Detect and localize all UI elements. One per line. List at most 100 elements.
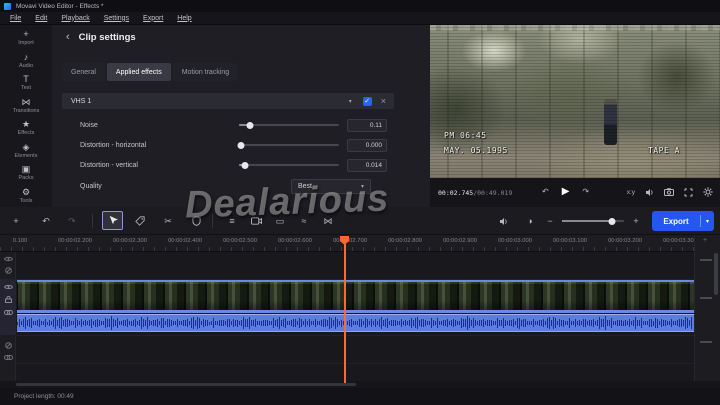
menu-help[interactable]: Help <box>170 15 198 22</box>
noise-value-field[interactable]: 0.11 <box>347 119 387 132</box>
distortion-vertical-slider[interactable] <box>239 164 339 166</box>
track-visibility-eye-icon[interactable] <box>0 256 16 262</box>
distortion-horizontal-value-field[interactable]: 0.000 <box>347 139 387 152</box>
zoom-out-button[interactable]: − <box>542 214 558 228</box>
chevron-down-icon: ▾ <box>361 183 364 190</box>
effect-header-row[interactable]: VHS 1 ▾ ✓ × <box>62 93 394 109</box>
slider-knob[interactable] <box>247 122 254 129</box>
shield-icon <box>192 216 201 226</box>
tab-motion-tracking[interactable]: Motion tracking <box>173 63 238 81</box>
sidebar-label: Text <box>21 85 31 91</box>
slider-knob[interactable] <box>242 162 249 169</box>
preview-settings-gear-icon[interactable] <box>703 187 713 197</box>
color-adjust-button[interactable]: ◑ <box>522 214 538 228</box>
snapshot-icon[interactable] <box>664 188 674 196</box>
tag-icon <box>135 216 145 226</box>
sidebar-item-transitions[interactable]: ⋈ Transitions <box>0 95 52 118</box>
menu-edit[interactable]: Edit <box>28 15 54 22</box>
param-label: Distortion - horizontal <box>80 142 239 149</box>
video-track-link-icon[interactable] <box>0 310 16 315</box>
sidebar-label: Audio <box>19 63 33 69</box>
back-icon[interactable]: ‹ <box>66 32 70 43</box>
sidebar-item-tools[interactable]: ⚙ Tools <box>0 185 52 208</box>
lower-track-link-icon[interactable] <box>0 355 16 360</box>
video-track-lock-icon[interactable] <box>0 296 16 303</box>
track-resize-handle[interactable] <box>700 259 712 261</box>
speaker-icon <box>499 217 509 226</box>
select-tool-button[interactable] <box>102 211 123 230</box>
ruler-label: 00:00:02.600 <box>278 238 312 244</box>
noise-slider[interactable] <box>239 124 339 126</box>
vertical-scrollbar[interactable] <box>714 253 718 295</box>
clip-settings-header: ‹ Clip settings <box>66 32 136 43</box>
horizontal-scrollbar[interactable] <box>0 381 720 388</box>
clip-settings-panel: ‹ Clip settings General Applied effects … <box>52 25 430 207</box>
sidebar-item-elements[interactable]: ◈ Elements <box>0 140 52 163</box>
export-chevron-icon[interactable]: ▾ <box>701 218 714 225</box>
quality-value: Best <box>298 183 361 190</box>
tab-applied-effects[interactable]: Applied effects <box>107 63 171 81</box>
timeline-toolbar: + ↶ ↷ ✂ ≡ ▭ ≈ ⋈ ◑ − + Exp <box>0 207 720 235</box>
remove-effect-icon[interactable]: × <box>381 96 386 106</box>
lower-track-mute-icon[interactable] <box>0 342 16 349</box>
title-bar: Movavi Video Editor - Effects * <box>0 0 720 12</box>
play-button[interactable]: ▶ <box>562 186 570 198</box>
toolbar-divider <box>212 214 213 228</box>
markers-button[interactable]: ≡ <box>224 214 240 228</box>
track-mute-icon[interactable] <box>0 267 16 274</box>
audio-clip[interactable] <box>17 314 694 332</box>
protect-tool-button[interactable] <box>188 214 204 228</box>
distortion-vertical-value-field[interactable]: 0.014 <box>347 159 387 172</box>
sidebar-item-packs[interactable]: ▣ Packs <box>0 162 52 185</box>
horizontal-scrollbar-thumb[interactable] <box>16 383 356 386</box>
timeline-zoom-slider[interactable] <box>562 220 624 222</box>
record-button[interactable] <box>248 214 264 228</box>
ruler-label: 0.100 <box>13 238 28 244</box>
menu-file[interactable]: File <box>3 15 28 22</box>
menu-playback[interactable]: Playback <box>54 15 96 22</box>
playback-buttons: ↶ ▶ ↷ <box>542 186 589 198</box>
quality-dropdown[interactable]: Best ▾ <box>291 179 371 194</box>
sidebar-item-import[interactable]: + Import <box>0 27 52 50</box>
sidebar-item-audio[interactable]: ♪ Audio <box>0 50 52 73</box>
menu-export[interactable]: Export <box>136 15 170 22</box>
split-tool-button[interactable]: ✂ <box>160 214 176 228</box>
redo-button[interactable]: ↷ <box>64 214 80 228</box>
previous-frame-button[interactable]: ↶ <box>542 186 549 198</box>
volume-icon[interactable] <box>645 188 654 197</box>
undo-button[interactable]: ↶ <box>38 214 54 228</box>
track-resize-handle[interactable] <box>700 297 712 299</box>
track-add-icon[interactable]: + <box>695 237 715 244</box>
crop-button[interactable]: ▭ <box>272 214 288 228</box>
next-frame-button[interactable]: ↷ <box>582 186 589 198</box>
sidebar-label: Packs <box>19 175 34 181</box>
distortion-horizontal-slider[interactable] <box>239 144 339 146</box>
sidebar-item-effects[interactable]: ★ Effects <box>0 117 52 140</box>
menu-settings[interactable]: Settings <box>97 15 136 22</box>
video-track-eye-icon[interactable] <box>0 284 16 290</box>
add-files-button[interactable]: + <box>8 214 24 228</box>
transition-button[interactable]: ⋈ <box>320 214 336 228</box>
track-resize-handle[interactable] <box>700 341 712 343</box>
sidebar-item-text[interactable]: T Text <box>0 72 52 95</box>
chevron-down-icon[interactable]: ▾ <box>349 98 352 105</box>
ruler-label: 00:00:02.700 <box>333 238 367 244</box>
audio-mute-button[interactable] <box>496 214 512 228</box>
sidebar-label: Tools <box>20 198 33 204</box>
aspect-ratio-button[interactable]: x:y <box>627 189 635 196</box>
playhead-line[interactable] <box>344 244 346 383</box>
fullscreen-icon[interactable] <box>684 188 693 197</box>
video-preview[interactable]: PM 06:45 MAY. 05.1995 TAPE A <box>430 25 720 178</box>
zoom-slider-knob[interactable] <box>609 218 616 225</box>
effect-enabled-checkbox[interactable]: ✓ <box>363 97 372 106</box>
preview-controls: 00:02.745/00:49.019 ↶ ▶ ↷ x:y <box>430 178 720 207</box>
tab-general[interactable]: General <box>62 63 105 81</box>
param-row-distortion-horizontal: Distortion - horizontal 0.000 <box>62 135 394 155</box>
zoom-in-button[interactable]: + <box>628 214 644 228</box>
export-button[interactable]: Export ▾ <box>652 211 714 231</box>
video-clip[interactable] <box>17 280 694 313</box>
slider-knob[interactable] <box>238 142 245 149</box>
marker-tool-button[interactable] <box>132 214 148 228</box>
timecode: 00:02.745/00:49.019 <box>438 189 512 197</box>
motion-button[interactable]: ≈ <box>296 214 312 228</box>
